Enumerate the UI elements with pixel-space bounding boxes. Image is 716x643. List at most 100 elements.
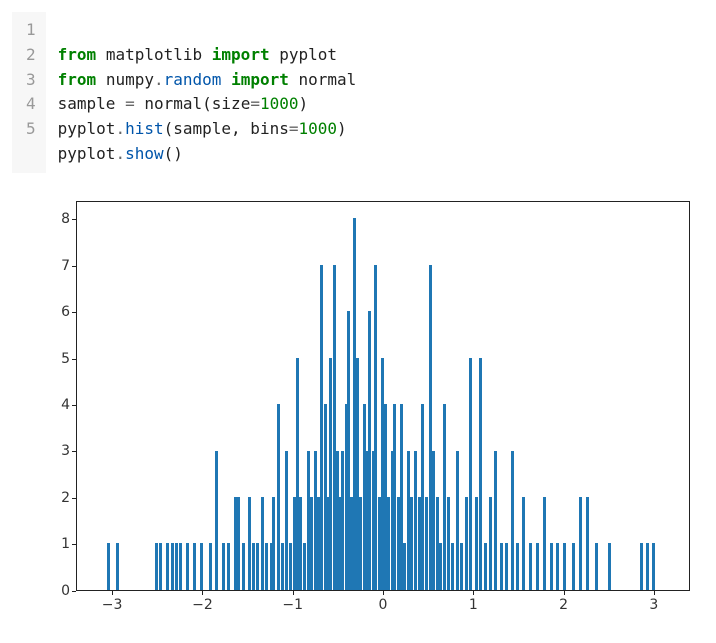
x-tick-mark [293, 591, 294, 595]
histogram-bar [307, 451, 310, 590]
histogram-bar [252, 543, 255, 589]
histogram-bar [572, 543, 575, 589]
y-tick-mark [72, 544, 76, 545]
histogram-bar [400, 404, 403, 590]
line-number: 5 [26, 117, 36, 142]
code-line: sample = normal(size=1000) [58, 94, 309, 113]
histogram-bar [353, 218, 356, 589]
histogram-bar [410, 497, 413, 590]
histogram-bar [193, 543, 196, 589]
histogram-bar [439, 543, 442, 589]
y-tick-label: 7 [18, 258, 70, 274]
x-tick-mark [473, 591, 474, 595]
histogram-bar [403, 543, 406, 589]
histogram-bar [460, 543, 463, 589]
histogram-bar [469, 358, 472, 590]
histogram-bar [341, 451, 344, 590]
histogram-bar [421, 404, 424, 590]
histogram-bar [451, 543, 454, 589]
line-number: 3 [26, 68, 36, 93]
histogram-bar [407, 451, 410, 590]
y-tick-mark [72, 451, 76, 452]
histogram-bar [429, 265, 432, 590]
histogram-bar [646, 543, 649, 589]
x-tick-label: −1 [282, 597, 303, 613]
histogram-bar [261, 497, 264, 590]
histogram-bar [608, 543, 611, 589]
histogram-bar [256, 543, 259, 589]
code-line: from matplotlib import pyplot [58, 45, 337, 64]
line-number: 2 [26, 43, 36, 68]
y-tick-mark [72, 498, 76, 499]
y-tick-label: 4 [18, 397, 70, 413]
histogram-bar [479, 358, 482, 590]
histogram-bar [381, 358, 384, 590]
histogram-bar [516, 543, 519, 589]
histogram-bar [447, 497, 450, 590]
histogram-bar [425, 497, 428, 590]
histogram-bar [456, 451, 459, 590]
histogram-bar [296, 358, 299, 590]
y-tick-mark [72, 219, 76, 220]
histogram-bar [310, 497, 313, 590]
code-content: from matplotlib import pyplot from numpy… [46, 12, 369, 173]
histogram-bar [209, 543, 212, 589]
histogram-bar [586, 497, 589, 590]
histogram-bar [387, 497, 390, 590]
histogram-bar [329, 358, 332, 590]
plot-area [76, 201, 690, 591]
histogram-bar [652, 543, 655, 589]
histogram-bar [175, 543, 178, 589]
histogram-bar [285, 451, 288, 590]
x-tick-label: −3 [102, 597, 123, 613]
histogram-bar [171, 543, 174, 589]
x-tick-label: 1 [469, 597, 478, 613]
histogram-bar [556, 543, 559, 589]
y-tick-mark [72, 591, 76, 592]
histogram-bar [200, 543, 203, 589]
histogram-bar [475, 497, 478, 590]
x-tick-mark [202, 591, 203, 595]
line-number: 1 [26, 18, 36, 43]
histogram-bar [107, 543, 110, 589]
line-number: 4 [26, 92, 36, 117]
histogram-bar [522, 497, 525, 590]
histogram-bar [563, 543, 566, 589]
x-tick-label: 2 [559, 597, 568, 613]
y-tick-label: 5 [18, 351, 70, 367]
histogram-bar [222, 543, 225, 589]
histogram-bar [484, 543, 487, 589]
histogram-bar [320, 265, 323, 590]
histogram-bar [248, 497, 251, 590]
histogram-bar [215, 451, 218, 590]
histogram-bar [393, 404, 396, 590]
histogram-bar [299, 497, 302, 590]
histogram-bar [536, 543, 539, 589]
x-tick-mark [383, 591, 384, 595]
histogram-bar [529, 543, 532, 589]
y-tick-label: 3 [18, 443, 70, 459]
histogram-bar [436, 497, 439, 590]
x-tick-mark [654, 591, 655, 595]
y-tick-mark [72, 266, 76, 267]
histogram-bar [489, 497, 492, 590]
histogram-bar [272, 497, 275, 590]
histogram-bar [550, 543, 553, 589]
code-line: pyplot.hist(sample, bins=1000) [58, 119, 347, 138]
histogram-bar [227, 543, 230, 589]
histogram-bar [265, 543, 268, 589]
histogram-bar [368, 311, 371, 590]
y-tick-label: 2 [18, 490, 70, 506]
y-tick-mark [72, 312, 76, 313]
y-tick-mark [72, 359, 76, 360]
histogram-bar [465, 497, 468, 590]
y-tick-label: 6 [18, 304, 70, 320]
histogram-bar [432, 451, 435, 590]
histogram-bar [543, 497, 546, 590]
y-tick-mark [72, 405, 76, 406]
histogram-bar [494, 451, 497, 590]
x-tick-label: −2 [192, 597, 213, 613]
histogram-bar [166, 543, 169, 589]
line-number-gutter: 1 2 3 4 5 [12, 12, 46, 173]
histogram-bar [500, 543, 503, 589]
